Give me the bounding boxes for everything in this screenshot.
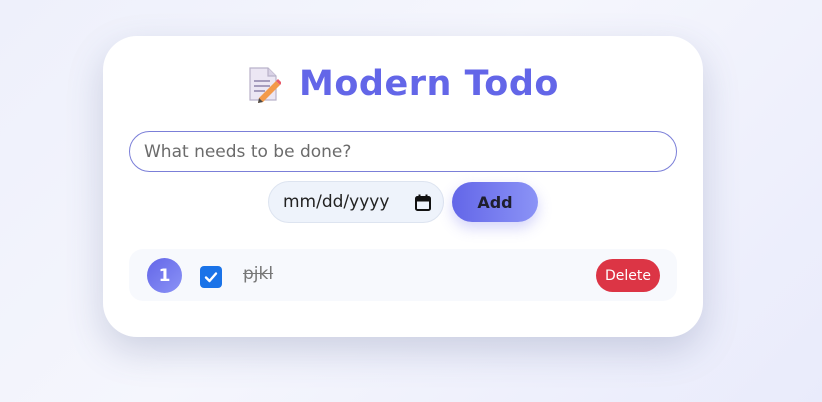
- calendar-icon[interactable]: [415, 194, 431, 211]
- done-checkbox[interactable]: [200, 266, 222, 288]
- add-button[interactable]: Add: [452, 182, 538, 222]
- delete-button[interactable]: Delete: [596, 259, 660, 292]
- new-task-input[interactable]: [129, 131, 677, 172]
- page-title: Modern Todo: [299, 64, 559, 104]
- todo-text[interactable]: pjkl: [243, 264, 273, 284]
- todo-card: Modern Todo mm/dd/yyyy Add 1 pjkl Delete: [103, 36, 703, 337]
- header: Modern Todo: [103, 64, 703, 104]
- check-icon: [204, 272, 218, 283]
- memo-icon: [249, 67, 282, 103]
- date-placeholder: mm/dd/yyyy: [283, 192, 390, 212]
- todo-item: 1 pjkl Delete: [129, 249, 677, 301]
- due-date-input[interactable]: mm/dd/yyyy: [268, 181, 444, 223]
- item-number-badge: 1: [147, 258, 182, 293]
